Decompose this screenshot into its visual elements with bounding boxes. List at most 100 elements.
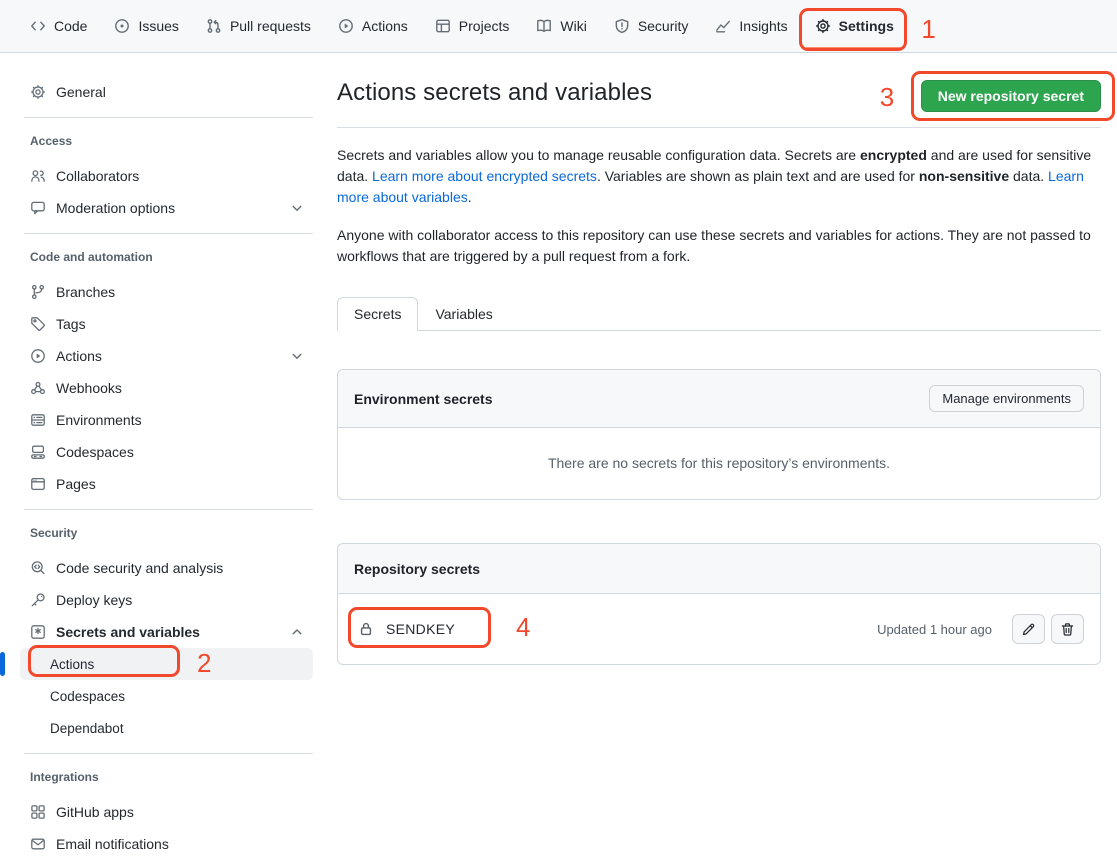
chevron-down-icon [289,200,305,216]
nav-tab-label: Code [54,18,87,34]
key-icon [30,592,46,608]
intro-bold-non-sensitive: non-sensitive [919,168,1009,184]
settings-active-underline [806,47,901,50]
book-icon [536,18,552,34]
key-asterisk-icon [30,624,46,640]
repository-secrets-title: Repository secrets [354,561,480,577]
graph-icon [715,18,731,34]
sidebar-item-label: Code security and analysis [56,560,223,576]
main-content: Actions secrets and variables New reposi… [337,53,1101,665]
header-divider [337,127,1101,128]
edit-secret-button[interactable] [1012,614,1045,644]
sidebar-item-actions[interactable]: Actions [24,340,313,372]
code-icon [30,18,46,34]
nav-tab-insights[interactable]: Insights [715,18,787,34]
chevron-down-icon [289,348,305,364]
gear-icon [815,18,831,34]
trash-icon [1060,622,1075,637]
annotation-number-2: 2 [197,647,211,679]
sidebar-item-label: Email notifications [56,836,169,852]
nav-tab-label: Issues [138,18,178,34]
sidebar-item-label: Webhooks [56,380,122,396]
nav-tab-label: Insights [739,18,787,34]
nav-tab-code[interactable]: Code [30,18,87,34]
sidebar-item-label: Actions [56,348,102,364]
secret-updated-timestamp: Updated 1 hour ago [877,622,992,637]
new-repository-secret-button[interactable]: New repository secret [921,80,1101,112]
sidebar-section-title-integrations: Integrations [30,770,313,784]
sidebar-item-secrets-and-variables[interactable]: Secrets and variables [24,616,313,648]
sidebar-item-pages[interactable]: Pages [24,468,313,500]
page-title: Actions secrets and variables [337,79,652,107]
sidebar-item-github-apps[interactable]: GitHub apps [24,796,313,828]
intro-text: data. [1009,168,1048,184]
link-learn-encrypted-secrets[interactable]: Learn more about encrypted secrets [372,168,597,184]
sidebar-item-webhooks[interactable]: Webhooks [24,372,313,404]
nav-tab-security[interactable]: Security [614,18,689,34]
pencil-icon [1021,622,1036,637]
sidebar-subitem-actions[interactable]: Actions 2 [20,648,313,680]
secrets-variables-tabnav: Secrets Variables [337,297,1101,331]
sidebar-item-environments[interactable]: Environments [24,404,313,436]
sidebar-item-label: Pages [56,476,96,492]
tab-secrets[interactable]: Secrets [337,297,418,331]
delete-secret-button[interactable] [1051,614,1084,644]
sidebar-item-branches[interactable]: Branches [24,276,313,308]
sidebar-divider [24,753,313,754]
sidebar-item-label: Branches [56,284,115,300]
gear-icon [30,84,46,100]
mail-icon [30,836,46,852]
sidebar-section-title-access: Access [30,134,313,148]
sidebar-item-codespaces[interactable]: Codespaces [24,436,313,468]
sidebar-item-label: Environments [56,412,142,428]
nav-tab-label: Projects [459,18,510,34]
sidebar-divider [24,509,313,510]
active-item-indicator [0,652,5,676]
nav-tab-projects[interactable]: Projects [435,18,510,34]
sidebar-subitem-label: Codespaces [50,689,125,704]
browser-icon [30,476,46,492]
sidebar-item-tags[interactable]: Tags [24,308,313,340]
sidebar-item-general[interactable]: General [24,76,313,108]
play-icon [338,18,354,34]
nav-tab-wiki[interactable]: Wiki [536,18,586,34]
intro-text: . Variables are shown as plain text and … [597,168,919,184]
annotation-number-3: 3 [880,82,894,113]
apps-icon [30,804,46,820]
repo-tab-nav: Code Issues Pull requests Actions Projec… [0,0,1117,53]
sidebar-section-title-security: Security [30,526,313,540]
shield-icon [614,18,630,34]
nav-tab-actions[interactable]: Actions [338,18,408,34]
sidebar-subitem-codespaces[interactable]: Codespaces [20,680,313,712]
server-icon [30,412,46,428]
sidebar-item-label: Deploy keys [56,592,132,608]
settings-sidebar: General Access Collaborators Moderation … [0,53,337,860]
sidebar-item-label: GitHub apps [56,804,134,820]
nav-tab-pull-requests[interactable]: Pull requests [206,18,311,34]
nav-tab-issues[interactable]: Issues [114,18,178,34]
sidebar-item-label: Secrets and variables [56,624,200,640]
sidebar-subitem-label: Dependabot [50,721,124,736]
git-branch-icon [30,284,46,300]
tab-variables[interactable]: Variables [418,297,509,331]
sidebar-item-deploy-keys[interactable]: Deploy keys [24,584,313,616]
sidebar-subitem-label: Actions [50,657,94,672]
sidebar-item-label: Collaborators [56,168,139,184]
sidebar-item-code-security[interactable]: Code security and analysis [24,552,313,584]
sidebar-item-label: Moderation options [56,200,175,216]
sidebar-subitem-dependabot[interactable]: Dependabot [20,712,313,744]
environment-secrets-empty-message: There are no secrets for this repository… [338,428,1100,499]
nav-tab-label: Pull requests [230,18,311,34]
chevron-up-icon [289,624,305,640]
manage-environments-button[interactable]: Manage environments [929,385,1084,412]
sidebar-item-collaborators[interactable]: Collaborators [24,160,313,192]
secret-name: SENDKEY [386,621,455,637]
sidebar-divider [24,233,313,234]
sidebar-item-moderation-options[interactable]: Moderation options [24,192,313,224]
pull-request-icon [206,18,222,34]
intro-bold-encrypted: encrypted [860,147,927,163]
nav-tab-settings[interactable]: Settings 1 [815,18,894,34]
sidebar-item-label: Codespaces [56,444,134,460]
nav-tab-label: Settings [839,18,894,34]
sidebar-item-email-notifications[interactable]: Email notifications [24,828,313,860]
